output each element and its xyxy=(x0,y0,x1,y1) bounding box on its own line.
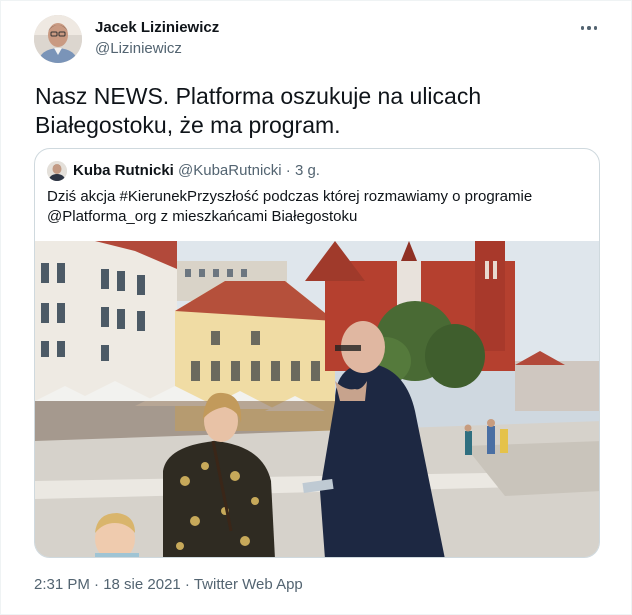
quoted-tweet[interactable]: Kuba Rutnicki @KubaRutnicki · 3 g. Dziś … xyxy=(34,148,600,558)
quoted-photo[interactable] xyxy=(35,241,600,558)
tweet-text-line: Białegostoku, że ma program. xyxy=(35,112,341,138)
tweet-text: Nasz NEWS. Platforma oszukuje na ulicach… xyxy=(35,82,595,140)
more-options-icon[interactable] xyxy=(579,21,599,35)
quoted-age: · 3 g. xyxy=(285,162,320,179)
tweet-card: Jacek Liziniewicz @Liziniewicz Nasz NEWS… xyxy=(0,0,632,615)
author-name[interactable]: Jacek Liziniewicz xyxy=(95,19,219,36)
quoted-text-line: Dziś akcja #KierunekPrzyszłość podczas k… xyxy=(47,188,533,205)
quoted-author-avatar[interactable] xyxy=(47,161,67,181)
quoted-author-name[interactable]: Kuba Rutnicki xyxy=(73,162,174,179)
tweet-timestamp[interactable]: 2:31 PM · 18 sie 2021 · Twitter Web App xyxy=(34,576,303,593)
tweet-text-line: Nasz NEWS. Platforma oszukuje na ulicach xyxy=(35,83,482,109)
quoted-author-handle[interactable]: @KubaRutnicki xyxy=(178,162,282,179)
quoted-text-line: @Platforma_org z mieszkańcami Białegosto… xyxy=(47,208,358,225)
quoted-header: Kuba Rutnicki @KubaRutnicki · 3 g. xyxy=(73,162,320,179)
quoted-text: Dziś akcja #KierunekPrzyszłość podczas k… xyxy=(47,187,592,227)
author-avatar-image xyxy=(34,15,82,63)
author-handle[interactable]: @Liziniewicz xyxy=(95,40,182,57)
quoted-author-avatar-image xyxy=(47,161,67,181)
author-avatar[interactable] xyxy=(34,15,82,63)
